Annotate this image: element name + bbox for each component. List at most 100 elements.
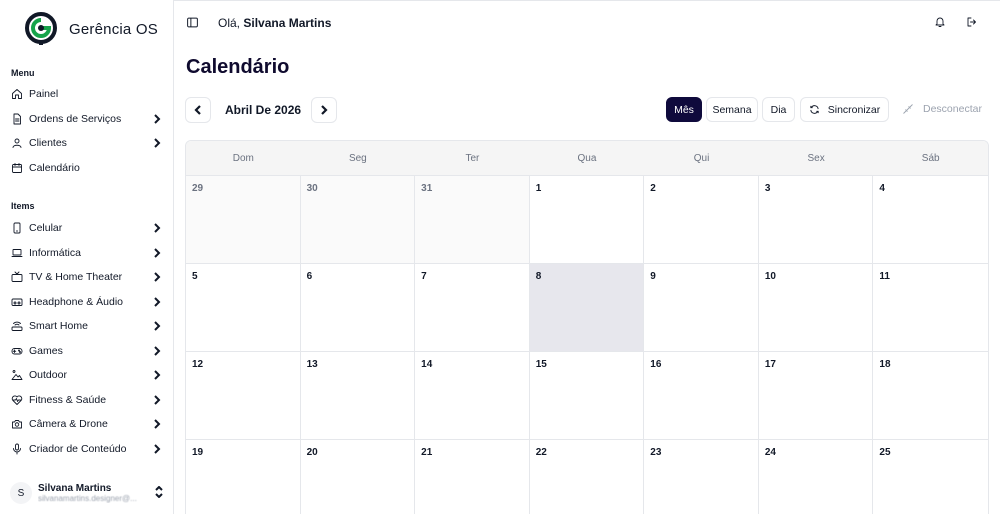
unplug-icon bbox=[903, 104, 913, 114]
weekday-label: Qui bbox=[693, 152, 710, 164]
home-icon bbox=[11, 88, 23, 100]
calendar-day-cell[interactable]: 7 bbox=[415, 264, 530, 352]
weekday-label: Dom bbox=[232, 152, 254, 164]
sidebar-item-label: Smart Home bbox=[29, 320, 88, 333]
chevron-right-icon bbox=[152, 419, 162, 429]
calendar-day-cell[interactable]: 22 bbox=[530, 440, 645, 514]
next-month-button[interactable] bbox=[311, 97, 337, 123]
sidebar-item-informatica[interactable]: Informática bbox=[0, 241, 174, 266]
calendar-day-cell[interactable]: 25 bbox=[873, 440, 988, 514]
calendar-day-cell[interactable]: 1 bbox=[529, 176, 645, 264]
chevron-right-icon bbox=[152, 248, 162, 258]
sidebar-item-label: Headphone & Áudio bbox=[29, 295, 123, 308]
calendar-day-cell[interactable]: 15 bbox=[529, 352, 645, 440]
sidebar-item-label: Ordens de Serviços bbox=[29, 112, 122, 125]
disconnect-label: Desconectar bbox=[923, 103, 982, 115]
weekday-header: Dom Seg Ter Qua Qui Sex Sáb bbox=[186, 141, 988, 176]
speaker-icon bbox=[11, 296, 23, 308]
calendar-day-cell[interactable]: 19 bbox=[186, 440, 301, 514]
sidebar: Gerência OS Menu Painel Ordens de Serviç… bbox=[0, 0, 174, 514]
calendar-day-cell[interactable]: 23 bbox=[644, 440, 759, 514]
calendar-day-cell[interactable]: 20 bbox=[301, 440, 416, 514]
sidebar-toggle-icon[interactable] bbox=[186, 16, 200, 30]
calendar-day-cell[interactable]: 3 bbox=[758, 176, 874, 264]
sidebar-item-celular[interactable]: Celular bbox=[0, 216, 174, 241]
chevron-right-icon bbox=[152, 297, 162, 307]
sidebar-item-label: Criador de Conteúdo bbox=[29, 442, 127, 455]
sidebar-item-clientes[interactable]: Clientes bbox=[0, 131, 174, 156]
items-nav: Celular Informática TV & Home Theater He… bbox=[0, 216, 174, 461]
sidebar-item-ordens-de-servicos[interactable]: Ordens de Serviços bbox=[0, 107, 174, 132]
sidebar-item-criador-de-conteudo[interactable]: Criador de Conteúdo bbox=[0, 437, 174, 462]
calendar-day-cell[interactable]: 29 bbox=[186, 176, 301, 264]
calendar-day-cell[interactable]: 10 bbox=[758, 264, 874, 352]
sidebar-item-calendario[interactable]: Calendário bbox=[0, 156, 174, 181]
laptop-icon bbox=[11, 247, 23, 259]
calendar-day-cell[interactable]: 31 bbox=[415, 176, 530, 264]
calendar-day-cell[interactable]: 9 bbox=[644, 264, 759, 352]
sidebar-item-smart-home[interactable]: Smart Home bbox=[0, 314, 174, 339]
chevron-right-icon bbox=[152, 223, 162, 233]
sidebar-item-fitness-saude[interactable]: Fitness & Saúde bbox=[0, 388, 174, 413]
view-day-button[interactable]: Dia bbox=[762, 97, 795, 122]
calendar-day-cell[interactable]: 2 bbox=[644, 176, 759, 264]
calendar-day-cell[interactable]: 6 bbox=[300, 264, 416, 352]
gamepad-icon bbox=[11, 345, 23, 357]
sidebar-item-label: Calendário bbox=[29, 161, 80, 174]
calendar-grid: Dom Seg Ter Qua Qui Sex Sáb 29 30 31 1 2 3 4 5 6… bbox=[185, 140, 989, 514]
calendar-day-cell[interactable]: 16 bbox=[644, 352, 759, 440]
calendar-day-cell[interactable]: 17 bbox=[758, 352, 874, 440]
prev-month-button[interactable] bbox=[185, 97, 211, 123]
menu-nav: Painel Ordens de Serviços Clientes Calen… bbox=[0, 82, 174, 180]
chevron-right-icon bbox=[152, 346, 162, 356]
avatar: S bbox=[10, 482, 32, 504]
calendar-day-cell[interactable]: 12 bbox=[186, 352, 301, 440]
sidebar-item-label: Clientes bbox=[29, 137, 67, 150]
calendar-day-cell[interactable]: 5 bbox=[186, 264, 301, 352]
calendar-days: 29 30 31 1 2 3 4 5 6 7 8 9 10 11 12 13 14 15 16 17 18 19 20 21 2… bbox=[186, 176, 988, 514]
weekday-label: Sex bbox=[807, 152, 825, 164]
sidebar-item-games[interactable]: Games bbox=[0, 339, 174, 364]
disconnect-button[interactable]: Desconectar bbox=[902, 103, 982, 115]
chevron-right-icon bbox=[152, 272, 162, 282]
chevron-right-icon bbox=[152, 395, 162, 405]
calendar-day-cell[interactable]: 14 bbox=[415, 352, 530, 440]
sidebar-item-painel[interactable]: Painel bbox=[0, 82, 174, 107]
chevron-right-icon bbox=[152, 114, 162, 124]
sync-button[interactable]: Sincronizar bbox=[800, 97, 889, 122]
calendar-day-cell[interactable]: 11 bbox=[873, 264, 988, 352]
sidebar-item-headphone-audio[interactable]: Headphone & Áudio bbox=[0, 290, 174, 315]
sync-label: Sincronizar bbox=[827, 103, 881, 116]
calendar-day-cell[interactable]: 30 bbox=[300, 176, 416, 264]
sidebar-item-tv-home-theater[interactable]: TV & Home Theater bbox=[0, 265, 174, 290]
calendar-day-cell[interactable]: 21 bbox=[415, 440, 530, 514]
user-email: silvanamartins.designer@... bbox=[38, 494, 137, 503]
chevron-right-icon bbox=[152, 321, 162, 331]
calendar-day-cell-today[interactable]: 8 bbox=[529, 264, 645, 352]
calendar-day-cell[interactable]: 13 bbox=[300, 352, 416, 440]
top-bar: Olá, Silvana Martins bbox=[174, 0, 1000, 44]
router-icon bbox=[11, 320, 23, 332]
sidebar-item-label: Celular bbox=[29, 222, 63, 235]
view-week-button[interactable]: Semana bbox=[706, 97, 758, 122]
brand-logo[interactable]: Gerência OS bbox=[24, 10, 158, 48]
heart-pulse-icon bbox=[11, 394, 23, 406]
chevron-right-icon bbox=[321, 105, 328, 115]
document-icon bbox=[11, 113, 23, 125]
user-menu[interactable]: S Silvana Martins silvanamartins.designe… bbox=[10, 479, 164, 507]
calendar-day-cell[interactable]: 18 bbox=[873, 352, 988, 440]
microphone-icon bbox=[11, 443, 23, 455]
logout-icon[interactable] bbox=[966, 16, 979, 29]
page-title: Calendário bbox=[186, 56, 290, 78]
camera-icon bbox=[11, 418, 23, 430]
view-month-button[interactable]: Mês bbox=[666, 97, 702, 122]
greeting-user-name: Silvana Martins bbox=[243, 16, 332, 30]
calendar-icon bbox=[11, 162, 23, 174]
bell-icon[interactable] bbox=[934, 16, 947, 29]
calendar-day-cell[interactable]: 24 bbox=[759, 440, 874, 514]
user-info: Silvana Martins silvanamartins.designer@… bbox=[38, 483, 154, 503]
sidebar-item-outdoor[interactable]: Outdoor bbox=[0, 363, 174, 388]
sidebar-item-camera-drone[interactable]: Câmera & Drone bbox=[0, 412, 174, 437]
calendar-day-cell[interactable]: 4 bbox=[873, 176, 988, 264]
chevron-right-icon bbox=[152, 370, 162, 380]
